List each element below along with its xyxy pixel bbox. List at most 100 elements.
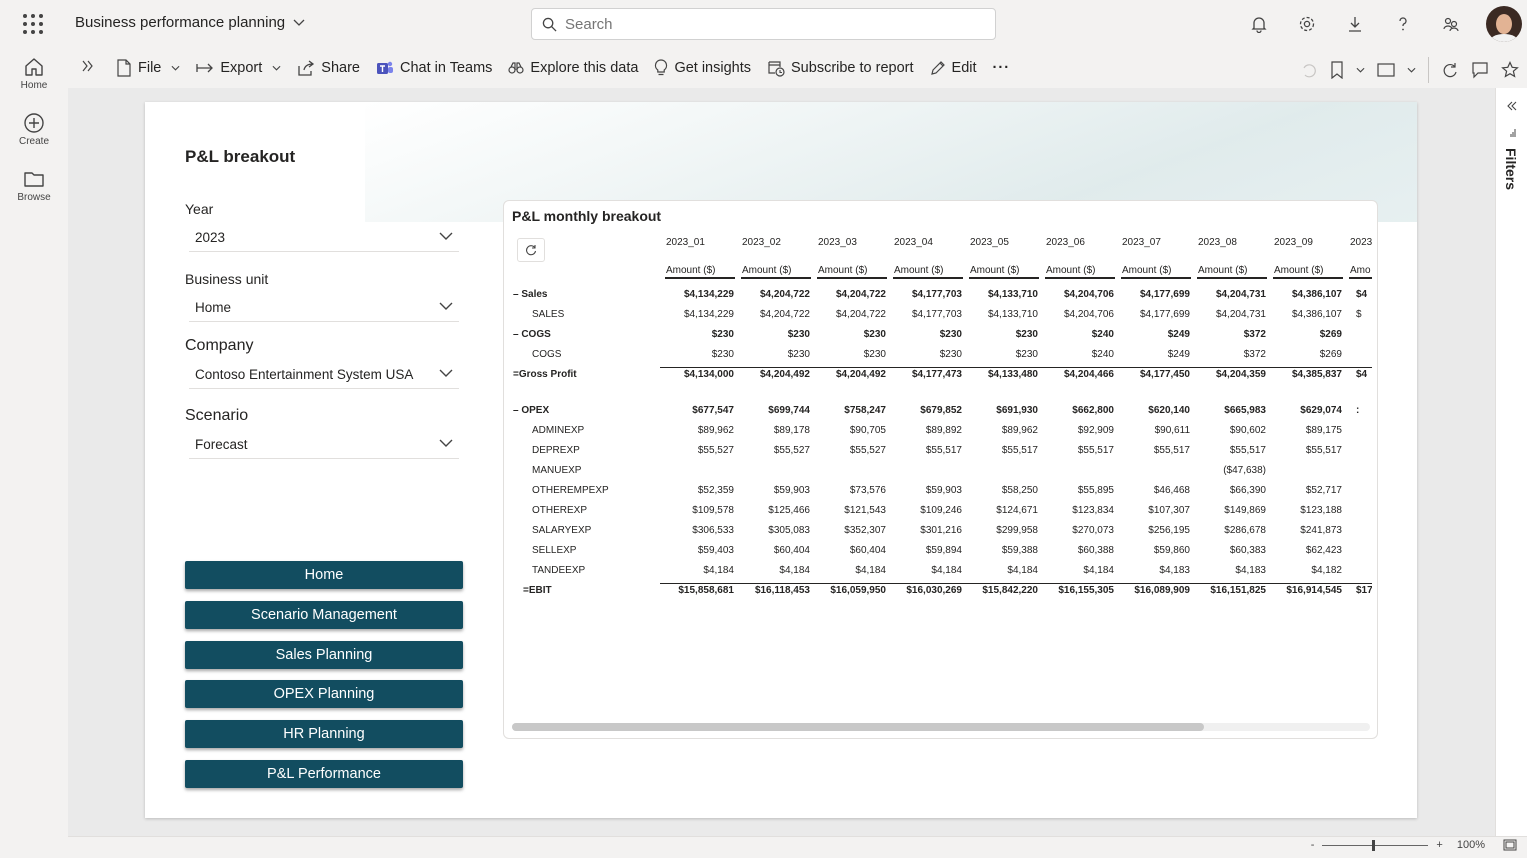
matrix-value-cell: $249 [1167, 329, 1190, 340]
matrix-value-cell: $90,705 [849, 425, 886, 436]
view-icon[interactable] [1377, 63, 1395, 77]
matrix-value-cell: $89,962 [1001, 425, 1038, 436]
nav-create[interactable]: Create [0, 112, 68, 160]
feedback-people-icon[interactable] [1439, 12, 1463, 36]
measure-header: Amount ($) [666, 265, 716, 276]
matrix-value-cell: $55,527 [697, 445, 734, 456]
refresh-icon[interactable] [1441, 61, 1459, 79]
notifications-bell-icon[interactable] [1247, 12, 1271, 36]
measure-header: Amount ($) [818, 265, 868, 276]
matrix-value-cell: $4,134,229 [683, 309, 734, 320]
zoom-slider-knob[interactable] [1372, 839, 1376, 851]
row-label: OTHEREXP [532, 505, 588, 516]
nav-home[interactable]: Home [0, 56, 68, 104]
measure-header: Amount ($) [1274, 265, 1324, 276]
measure-header-underline [817, 277, 887, 279]
file-menu[interactable]: File [116, 59, 180, 77]
matrix-value-cell: $55,527 [773, 445, 810, 456]
search-input[interactable] [565, 15, 965, 33]
matrix-refresh-button[interactable] [517, 238, 545, 262]
subscribe-button[interactable]: Subscribe to report [767, 59, 914, 77]
toolbar-divider [1428, 57, 1429, 83]
matrix-value-cell: $4,204,492 [835, 369, 886, 380]
company-slicer[interactable]: Contoso Entertainment System USA [189, 361, 459, 389]
home-nav-button[interactable]: Home [185, 561, 463, 589]
business-unit-slicer[interactable]: Home [189, 294, 459, 322]
undo-icon[interactable] [1300, 61, 1318, 79]
matrix-value-cell: $230 [863, 349, 886, 360]
matrix-value-cell: $4,184 [703, 565, 734, 576]
matrix-value-cell: $230 [939, 349, 962, 360]
matrix-value-cell: $16,118,453 [754, 585, 810, 596]
favorite-star-icon[interactable] [1501, 61, 1519, 79]
hr-planning-nav-button[interactable]: HR Planning [185, 720, 463, 748]
row-label: SALES [532, 309, 565, 320]
chevron-down-icon [171, 65, 180, 71]
row-label[interactable]: – COGS [513, 329, 551, 340]
explore-data-button[interactable]: Explore this data [508, 60, 638, 76]
measure-header-underline [741, 277, 811, 279]
matrix-value-cell: $123,188 [1300, 505, 1342, 516]
matrix-value-cell: $679,852 [920, 405, 962, 416]
zoom-slider[interactable] [1322, 839, 1429, 851]
year-slicer[interactable]: 2023 [189, 224, 459, 252]
scenario-management-nav-button[interactable]: Scenario Management [185, 601, 463, 629]
bookmark-icon[interactable] [1330, 61, 1344, 79]
matrix-value-cell: $16,030,269 [906, 585, 962, 596]
help-icon[interactable] [1391, 12, 1415, 36]
chevron-down-icon [293, 19, 305, 26]
more-options-button[interactable]: ··· [993, 60, 1011, 76]
matrix-value-cell: $699,744 [768, 405, 810, 416]
scenario-slicer[interactable]: Forecast [189, 431, 459, 459]
chevron-down-icon[interactable] [1356, 67, 1365, 73]
chat-in-teams-button[interactable]: Chat in Teams [376, 59, 492, 77]
filters-pane[interactable] [1495, 88, 1527, 836]
matrix-value-cell: $4,177,473 [911, 369, 962, 380]
app-title-dropdown[interactable]: Business performance planning [75, 14, 305, 31]
pl-performance-nav-button[interactable]: P&L Performance [185, 760, 463, 788]
collapse-chevron-icon[interactable] [1507, 101, 1517, 111]
opex-planning-nav-button[interactable]: OPEX Planning [185, 680, 463, 708]
zoom-in-button[interactable]: + [1436, 839, 1442, 851]
user-avatar[interactable] [1486, 6, 1522, 42]
nav-browse[interactable]: Browse [0, 168, 68, 216]
sales-planning-nav-button[interactable]: Sales Planning [185, 641, 463, 669]
matrix-value-cell: $123,834 [1072, 505, 1114, 516]
expand-pane-icon[interactable] [80, 58, 96, 79]
matrix-value-cell: $299,958 [996, 525, 1038, 536]
get-insights-button[interactable]: Get insights [654, 59, 751, 77]
matrix-value-cell: $55,517 [1153, 445, 1190, 456]
matrix-value-cell: $230 [1015, 329, 1038, 340]
download-icon[interactable] [1343, 12, 1367, 36]
row-label[interactable]: =Gross Profit [513, 369, 577, 380]
matrix-value-cell: $90,602 [1229, 425, 1266, 436]
share-button[interactable]: Share [297, 60, 360, 76]
matrix-value-cell: $4 [1356, 289, 1368, 300]
matrix-value-cell: $66,390 [1229, 485, 1266, 496]
app-launcher-icon[interactable] [23, 14, 43, 34]
edit-button[interactable]: Edit [930, 60, 977, 76]
matrix-value-cell: $4,204,706 [1063, 309, 1114, 320]
matrix-value-cell: $240 [1091, 329, 1114, 340]
settings-gear-icon[interactable] [1295, 12, 1319, 36]
zoom-out-button[interactable]: - [1311, 839, 1315, 851]
fit-to-page-icon[interactable] [1503, 839, 1517, 851]
matrix-value-cell: $89,892 [925, 425, 962, 436]
export-menu[interactable]: Export [196, 60, 281, 76]
matrix-value-cell: $16,151,825 [1210, 585, 1266, 596]
search-box[interactable] [531, 8, 996, 40]
total-separator-line [660, 367, 1372, 368]
matrix-value-cell: $230 [863, 329, 886, 340]
row-label[interactable]: =EBIT [523, 585, 552, 596]
horizontal-scrollbar-thumb[interactable] [512, 723, 1204, 731]
row-label[interactable]: – Sales [513, 289, 547, 300]
matrix-value-cell: $241,873 [1300, 525, 1342, 536]
comment-icon[interactable] [1471, 61, 1489, 79]
matrix-value-cell: $372 [1243, 329, 1266, 340]
chevron-down-icon [272, 65, 281, 71]
matrix-value-cell: $15,858,681 [678, 585, 734, 596]
matrix-value-cell: $758,247 [844, 405, 886, 416]
row-label[interactable]: – OPEX [513, 405, 549, 416]
chevron-down-icon[interactable] [1407, 67, 1416, 73]
matrix-value-cell: $4,204,492 [759, 369, 810, 380]
